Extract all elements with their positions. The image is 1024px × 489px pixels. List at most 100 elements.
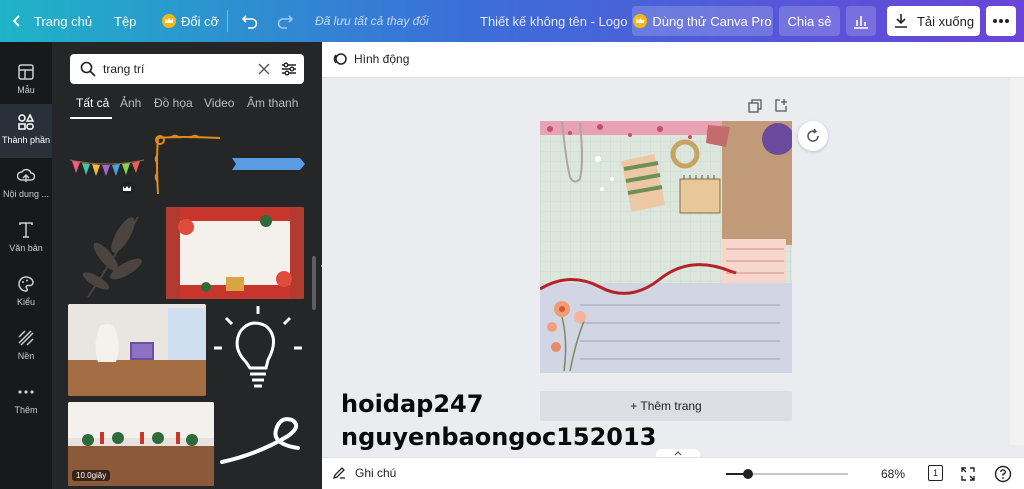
notes-button[interactable]: Ghi chú [332, 466, 396, 480]
search-box[interactable]: trang trí [70, 54, 304, 84]
lightbulb-icon [214, 306, 302, 388]
add-page-button[interactable]: + Thêm trang [540, 391, 792, 421]
panel-scrollbar[interactable] [312, 256, 316, 310]
redo-icon [277, 15, 294, 29]
tab-graphics[interactable]: Đồ họa [154, 96, 193, 110]
video-duration-badge: 10.0giây [72, 470, 111, 481]
duplicate-page-icon[interactable] [748, 99, 762, 113]
refresh-icon [807, 128, 819, 142]
lightbulb-doodle-graphic[interactable] [212, 304, 304, 396]
rail-item-more[interactable]: Thêm [0, 374, 52, 428]
palette-icon [18, 276, 34, 292]
rail-label: Văn bản [9, 243, 43, 253]
download-icon [894, 14, 907, 28]
back-home-label: Trang chủ [34, 13, 93, 29]
rail-label: Nền [17, 351, 35, 361]
elements-panel: trang trí Tất cả Ảnh Đồ họa Video Âm tha… [52, 42, 322, 489]
tab-videos[interactable]: Video [204, 96, 234, 110]
resize-button[interactable]: Đổi cỡ [162, 0, 219, 42]
clear-icon[interactable] [258, 63, 270, 75]
search-icon [80, 61, 96, 77]
rail-item-elements[interactable]: Thành phần [0, 104, 52, 158]
design-page[interactable] [540, 121, 792, 373]
share-button[interactable]: Chia sẻ [779, 6, 840, 36]
notes-label: Ghi chú [355, 466, 397, 480]
design-title[interactable]: Thiết kế không tên - Logo [480, 0, 627, 42]
animate-label: Hình động [354, 52, 410, 66]
rail-label: Nội dung ... [2, 189, 50, 199]
upload-icon [17, 168, 35, 182]
ellipsis-icon [993, 19, 1009, 23]
ornament-corner-graphic[interactable] [150, 132, 228, 198]
rail-item-background[interactable]: Nền [0, 320, 52, 374]
rail-label: Thành phần [1, 135, 51, 145]
tab-audio[interactable]: Âm thanh [247, 96, 298, 110]
rail-item-uploads[interactable]: Nội dung ... [0, 158, 52, 212]
search-input[interactable]: trang trí [103, 62, 144, 76]
add-page-icon[interactable] [774, 98, 788, 112]
zoom-percent[interactable]: 68% [881, 467, 905, 481]
insights-button[interactable] [846, 6, 876, 36]
download-button[interactable]: Tải xuống [887, 6, 980, 36]
editor-toolbar: Hình động [322, 42, 1024, 78]
crown-icon [633, 14, 648, 28]
watermark-line-1: hoidap247 [341, 390, 484, 418]
watermark-line-2: nguyenbaongoc152013 [341, 423, 657, 451]
christmas-frame-photo[interactable] [166, 207, 304, 299]
rail-item-templates[interactable]: Mẫu [0, 54, 52, 108]
zoom-slider[interactable] [726, 469, 848, 479]
page-count-button[interactable]: 1 [928, 465, 943, 481]
text-icon [19, 222, 33, 238]
active-tab-indicator [70, 117, 112, 119]
crown-icon [162, 14, 176, 28]
tab-photos[interactable]: Ảnh [120, 96, 141, 110]
undo-icon [241, 15, 258, 29]
christmas-photo-image [166, 207, 304, 299]
animate-icon [333, 53, 347, 65]
interior-photo-image [68, 304, 206, 396]
top-bar: Trang chủ Tệp Đổi cỡ Đã lưu tất cả thay … [0, 0, 1024, 42]
back-home-button[interactable]: Trang chủ [10, 0, 92, 42]
rail-item-styles[interactable]: Kiểu [0, 266, 52, 320]
notes-icon [332, 467, 345, 480]
zoom-slider-thumb[interactable] [742, 469, 753, 479]
rail-item-text[interactable]: Văn bản [0, 212, 52, 266]
more-options-button[interactable] [986, 6, 1016, 36]
bottom-bar: Ghi chú 68% 1 [322, 457, 1024, 489]
template-icon [18, 64, 34, 80]
premium-crown-icon [120, 182, 136, 194]
rail-label: Kiểu [16, 297, 35, 307]
canvas-scrollbar[interactable] [1010, 78, 1024, 445]
more-icon [18, 390, 34, 394]
bunting-graphic[interactable] [68, 154, 146, 198]
background-icon [18, 330, 34, 346]
filter-icon[interactable] [281, 61, 297, 77]
save-status: Đã lưu tất cả thay đổi [315, 14, 429, 28]
ribbon-banner-graphic[interactable] [230, 154, 306, 174]
rail-label: Mẫu [17, 85, 35, 95]
refresh-design-button[interactable] [798, 121, 828, 151]
share-label: Chia sẻ [787, 13, 832, 29]
help-icon[interactable] [994, 465, 1012, 483]
tab-all[interactable]: Tất cả [76, 96, 109, 110]
rail-label: Thêm [14, 405, 38, 415]
chevron-left-icon [12, 15, 20, 27]
interior-photo[interactable] [68, 304, 206, 396]
swirl-image [220, 417, 300, 464]
leaf-branch-graphic[interactable] [68, 207, 162, 299]
scrapbook-design [540, 121, 792, 373]
elements-icon [18, 113, 35, 130]
animate-button[interactable]: Hình động [332, 51, 409, 67]
resize-label: Đổi cỡ [181, 13, 220, 29]
ornament-image [154, 134, 221, 195]
file-menu-button[interactable]: Tệp [114, 0, 136, 42]
redo-button[interactable] [276, 0, 294, 42]
dining-table-video[interactable]: 10.0giây [68, 402, 214, 486]
fullscreen-icon[interactable] [960, 466, 976, 482]
chevron-up-icon [674, 451, 682, 456]
try-pro-button[interactable]: Dùng thử Canva Pro [632, 6, 773, 36]
leaf-image [82, 216, 142, 298]
download-label: Tải xuống [916, 13, 975, 29]
swirl-line-graphic[interactable] [218, 414, 306, 470]
undo-button[interactable] [241, 0, 259, 42]
